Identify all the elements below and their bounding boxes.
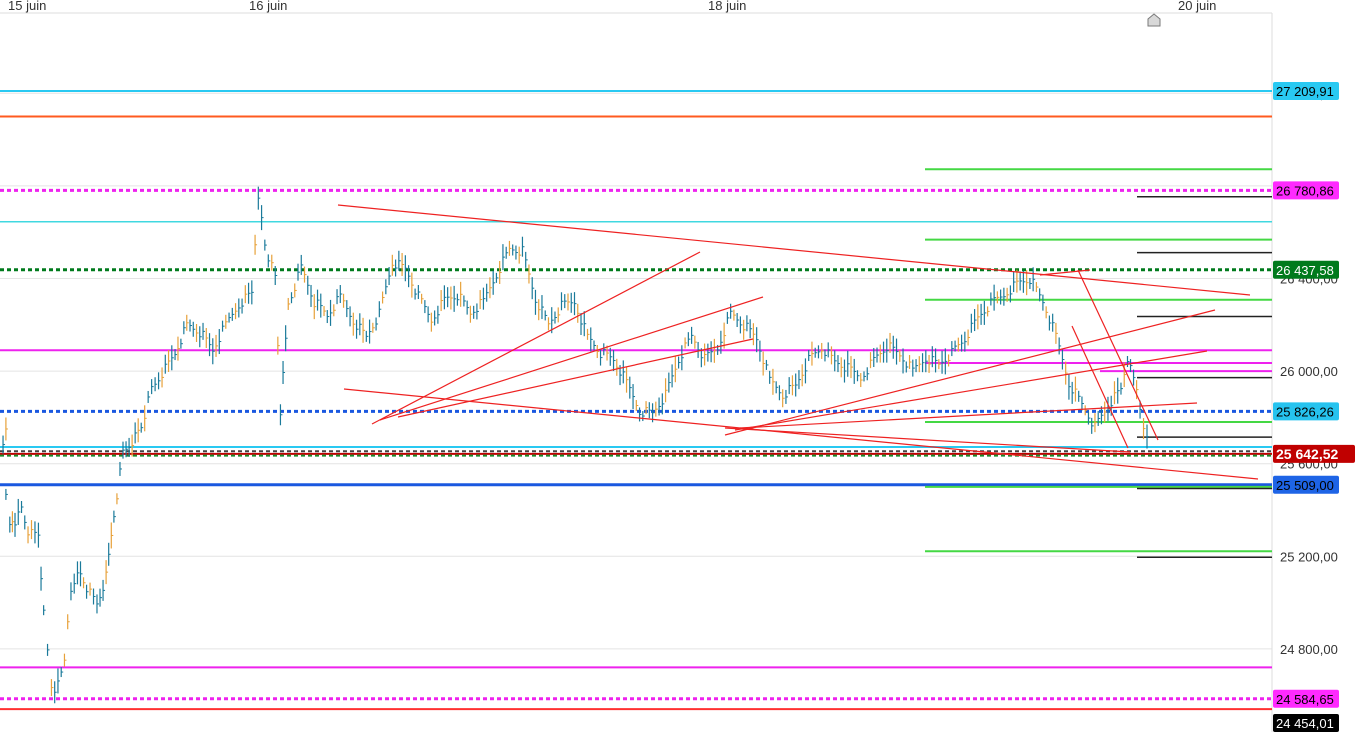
price-tag: 24 584,65 <box>1273 689 1339 708</box>
price-tag: 27 209,91 <box>1273 82 1339 100</box>
price-tag-label: 25 826,26 <box>1276 404 1334 419</box>
price-tag-label: 25 509,00 <box>1276 478 1334 493</box>
price-axis-label: 24 800,00 <box>1280 642 1338 657</box>
price-tag-label: 24 584,65 <box>1276 692 1334 707</box>
price-axis-label: 25 200,00 <box>1280 549 1338 564</box>
time-axis-label: 20 juin <box>1178 0 1216 13</box>
time-axis-label: 16 juin <box>249 0 287 13</box>
chart-container: 15 juin 16 juin 18 juin 20 juin 24 800,00 25… <box>0 0 1355 732</box>
price-tag-label: 27 209,91 <box>1276 84 1334 99</box>
price-tag: 24 454,01 <box>1273 714 1339 732</box>
time-axis-label: 18 juin <box>708 0 746 13</box>
price-tag: 26 780,86 <box>1273 181 1339 200</box>
price-tag-label: 25 642,52 <box>1276 446 1338 462</box>
price-tag: 26 437,58 <box>1273 260 1339 279</box>
plot-area <box>0 0 1272 732</box>
price-tag-label: 26 437,58 <box>1276 263 1334 278</box>
price-tag: 25 826,26 <box>1273 402 1339 421</box>
price-tag: 25 509,00 <box>1273 475 1339 494</box>
price-axis-label: 26 000,00 <box>1280 364 1338 379</box>
price-chart: 15 juin 16 juin 18 juin 20 juin 24 800,00 25… <box>0 0 1355 732</box>
price-tag-label: 24 454,01 <box>1276 716 1334 731</box>
price-tag-label: 26 780,86 <box>1276 183 1334 198</box>
time-axis-label: 15 juin <box>8 0 46 13</box>
price-tag: 25 642,52 <box>1273 444 1355 463</box>
